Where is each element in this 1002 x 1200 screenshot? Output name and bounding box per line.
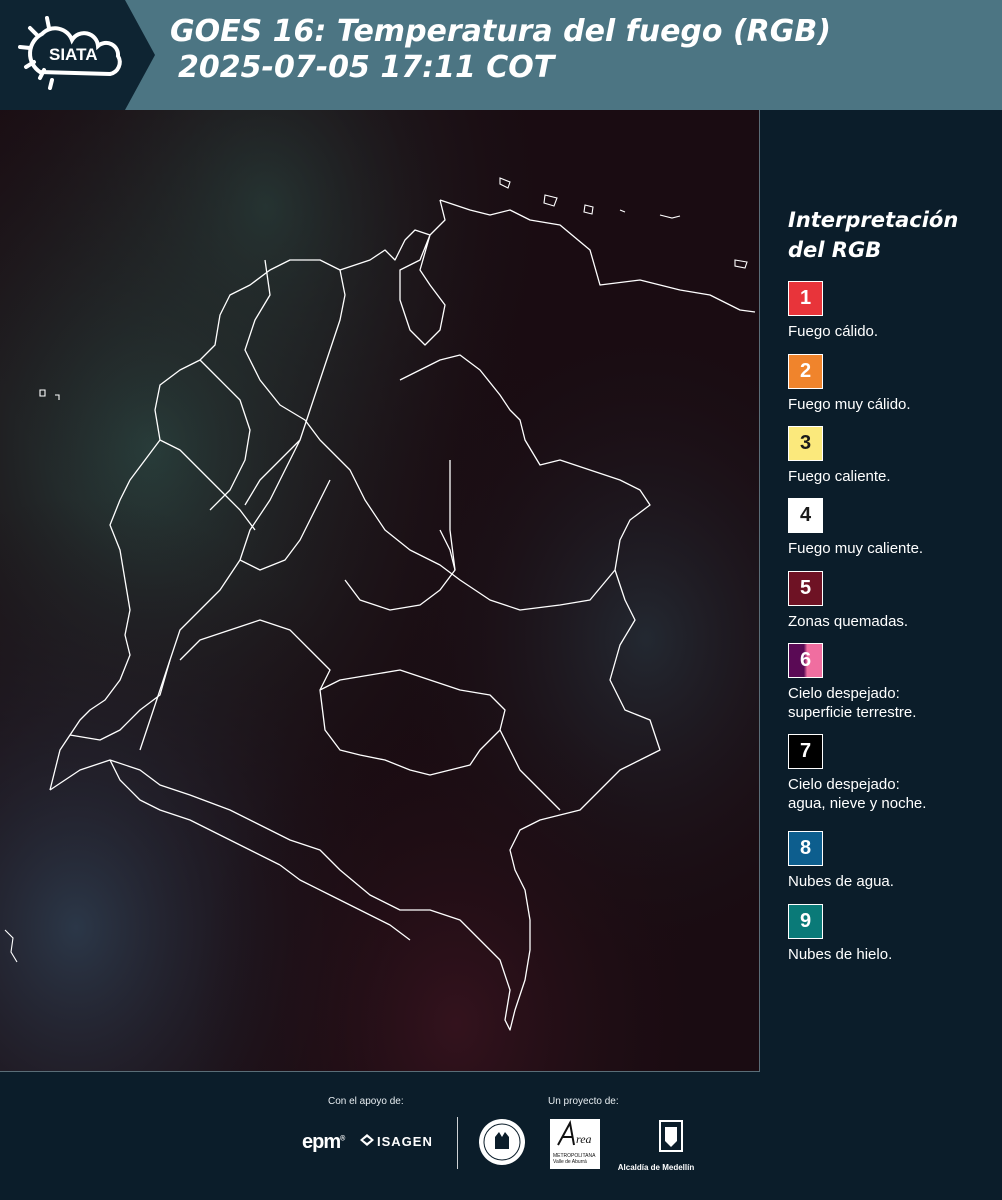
area-mark-icon: rea [557, 1120, 592, 1146]
siata-logo[interactable]: SIATA [0, 0, 160, 110]
legend-number-5: 5 [799, 577, 812, 599]
title-line-1: GOES 16: Temperatura del fuego (RGB) [170, 14, 831, 49]
legend-number-7: 7 [799, 740, 812, 762]
legend-swatch-4: 4 [788, 498, 823, 533]
coat-of-arms-icon [659, 1120, 683, 1152]
legend-number-9: 9 [799, 910, 812, 932]
legend-item-9: 9 Nubes de hielo. [788, 904, 998, 964]
legend-label-5: Zonas quemadas. [788, 613, 909, 630]
legend-item-2: 2 Fuego muy cálido. [788, 354, 998, 414]
satellite-map[interactable] [0, 110, 760, 1072]
area-logo-text: METROPOLITANA Valle de Aburrá [553, 1153, 595, 1165]
page-title: GOES 16: Temperatura del fuego (RGB) 202… [170, 14, 831, 86]
legend-title-line-2: del RGB [788, 238, 882, 262]
area-metropolitana-logo[interactable]: rea METROPOLITANA Valle de Aburrá [550, 1119, 600, 1169]
legend-title: Interpretación del RGB [788, 205, 998, 265]
svg-text:rea: rea [576, 1132, 592, 1146]
legend-item-4: 4 Fuego muy caliente. [788, 498, 998, 558]
university-seal-icon[interactable] [477, 1117, 527, 1167]
footer: Con el apoyo de: Un proyecto de: epm® IS… [0, 1072, 1002, 1200]
legend-item-5: 5 Zonas quemadas. [788, 571, 998, 631]
alcaldia-text: Alcaldía de Medellín [617, 1163, 695, 1172]
legend-number-4: 4 [799, 504, 812, 526]
legend-swatch-7: 7 [788, 734, 823, 769]
legend-number-1: 1 [799, 287, 812, 309]
epm-logo[interactable]: epm® [302, 1131, 345, 1154]
legend-swatch-9: 9 [788, 904, 823, 939]
legend-label-7-line-2: agua, nieve y noche. [788, 795, 927, 812]
header-bar: SIATA GOES 16: Temperatura del fuego (RG… [0, 0, 1002, 110]
legend-item-3: 3 Fuego caliente. [788, 426, 998, 486]
satellite-map-image [0, 110, 759, 1071]
legend-panel: Interpretación del RGB 1 Fuego cálido. 2… [788, 205, 998, 963]
title-line-2: 2025-07-05 17:11 COT [178, 50, 555, 85]
legend-label-8: Nubes de agua. [788, 873, 894, 890]
legend-item-8: 8 Nubes de agua. [788, 831, 998, 891]
legend-label-3: Fuego caliente. [788, 468, 891, 485]
legend-label-9: Nubes de hielo. [788, 946, 893, 963]
legend-swatch-6: 6 [788, 643, 823, 678]
legend-label-2: Fuego muy cálido. [788, 396, 911, 413]
legend-item-7: 7 Cielo despejado: agua, nieve y noche. [788, 734, 998, 813]
isagen-logo-text: ISAGEN [377, 1134, 433, 1149]
isagen-mark-icon [360, 1134, 374, 1146]
legend-title-line-1: Interpretación [788, 208, 959, 232]
legend-label-7-line-1: Cielo despejado: [788, 776, 900, 793]
siata-logo-text: SIATA [49, 45, 97, 64]
legend-label-6-line-1: Cielo despejado: [788, 685, 900, 702]
footer-divider [457, 1117, 458, 1169]
siata-logo-graphic: SIATA [0, 0, 155, 110]
legend-label-1: Fuego cálido. [788, 323, 879, 340]
legend-label-7: Cielo despejado: agua, nieve y noche. [788, 775, 998, 813]
legend-number-8: 8 [799, 837, 812, 859]
legend-item-6: 6 Cielo despejado: superficie terrestre. [788, 643, 998, 722]
legend-swatch-8: 8 [788, 831, 823, 866]
support-label: Con el apoyo de: [328, 1096, 404, 1107]
legend-number-3: 3 [799, 432, 812, 454]
legend-number-6: 6 [799, 649, 812, 671]
legend-item-1: 1 Fuego cálido. [788, 281, 998, 341]
legend-label-6-line-2: superficie terrestre. [788, 704, 917, 721]
legend-swatch-1: 1 [788, 281, 823, 316]
project-label: Un proyecto de: [548, 1096, 619, 1107]
alcaldia-medellin-logo[interactable]: Alcaldía de Medellín [611, 1117, 701, 1172]
isagen-logo[interactable]: ISAGEN [360, 1134, 433, 1149]
legend-swatch-2: 2 [788, 354, 823, 389]
legend-swatch-5: 5 [788, 571, 823, 606]
legend-number-2: 2 [799, 360, 812, 382]
legend-swatch-3: 3 [788, 426, 823, 461]
area-logo-text-line-2: Valle de Aburrá [553, 1159, 587, 1165]
legend-label-4: Fuego muy caliente. [788, 540, 924, 557]
legend-label-6: Cielo despejado: superficie terrestre. [788, 684, 998, 722]
epm-logo-text: epm [302, 1131, 341, 1153]
